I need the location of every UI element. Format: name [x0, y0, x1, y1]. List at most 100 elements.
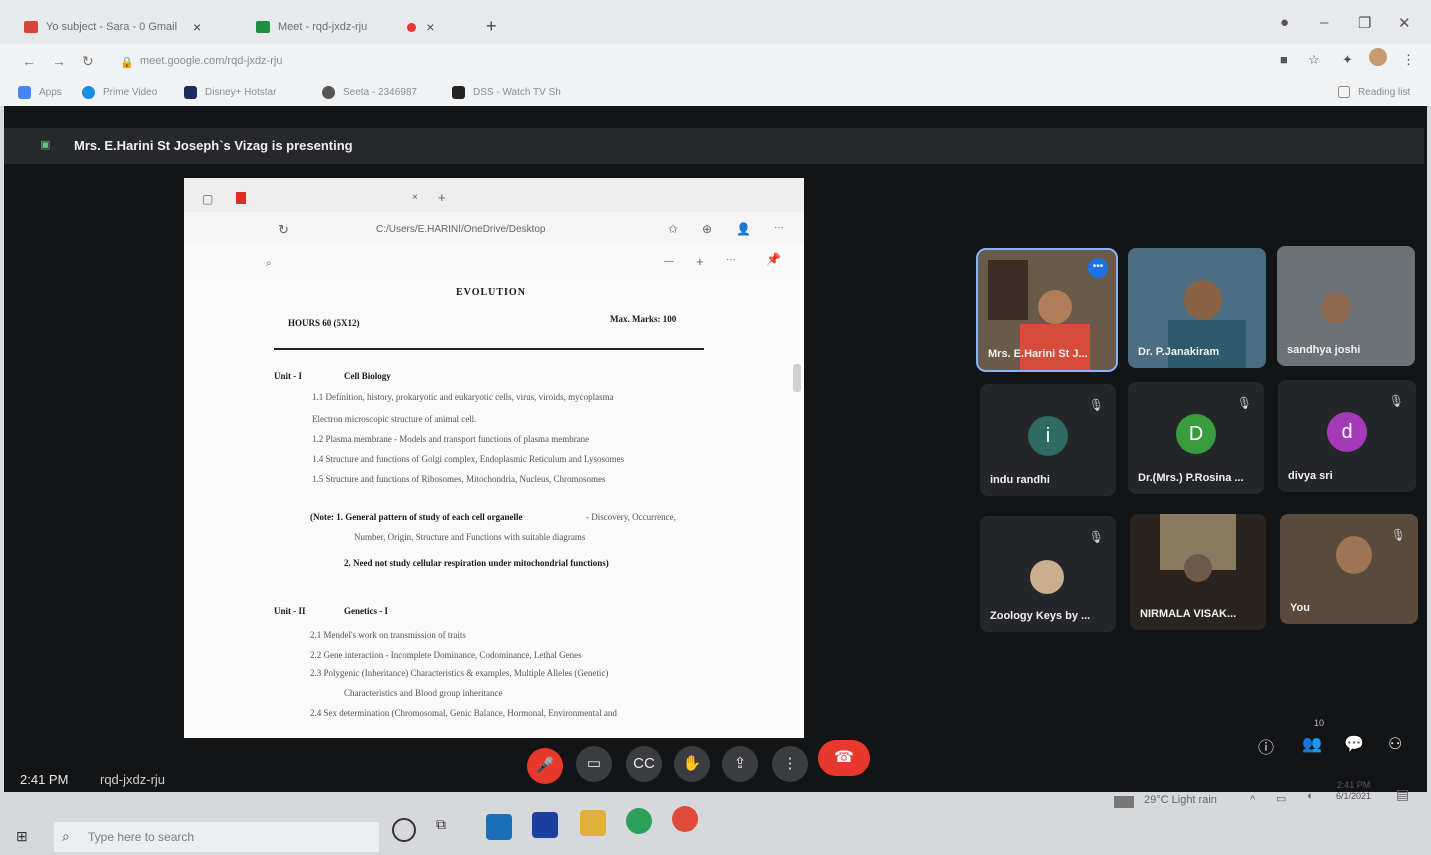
- captions-button[interactable]: CC: [626, 746, 662, 782]
- shared-tab-strip: [184, 178, 804, 212]
- windows-start-icon[interactable]: ⊞: [16, 828, 32, 844]
- bookmark-apps[interactable]: Apps: [18, 86, 62, 99]
- mic-off-icon: 🎙: [1388, 394, 1404, 408]
- tab-label: Meet - rqd-jxdz-rju: [278, 21, 368, 33]
- close-window-button[interactable]: ✕: [1398, 14, 1411, 32]
- activities-icon[interactable]: ⚇: [1388, 734, 1402, 754]
- prime-video-icon: [82, 86, 95, 99]
- weather-text[interactable]: 29°C Light rain: [1144, 794, 1217, 806]
- unit2-line: 2.1 Mendel's work on transmission of tra…: [310, 630, 466, 640]
- unit1-line: 1.4 Structure and functions of Golgi com…: [312, 454, 624, 464]
- hotstar-icon: [184, 86, 197, 99]
- close-icon[interactable]: ×: [193, 19, 201, 35]
- participant-tile[interactable]: 🎙 i indu randhi: [980, 384, 1116, 496]
- globe-icon: [322, 86, 335, 99]
- menu-icon[interactable]: ⋮: [1402, 52, 1415, 68]
- participant-face: [1038, 290, 1072, 324]
- participant-name: sandhya joshi: [1287, 344, 1361, 356]
- camera-toggle-button[interactable]: ▭: [576, 746, 612, 782]
- weather-icon: [1114, 796, 1134, 808]
- bookmark-dss[interactable]: DSS - Watch TV Sh: [452, 86, 561, 99]
- url-field[interactable]: meet.google.com/rqd-jxdz-rju: [140, 55, 282, 67]
- participants-count: 10: [1314, 718, 1325, 728]
- participant-tile[interactable]: 🎙 You: [1280, 514, 1418, 624]
- clock-date: 6/1/2021: [1336, 791, 1372, 801]
- participant-tile[interactable]: ••• Mrs. E.Harini St J...: [976, 248, 1118, 372]
- chat-icon[interactable]: 💬: [1344, 734, 1364, 754]
- avatar: [1030, 560, 1064, 594]
- tab-meet[interactable]: Meet - rqd-jxdz-rju ×: [256, 12, 434, 42]
- taskbar-clock[interactable]: 2:41 PM 6/1/2021: [1336, 780, 1371, 802]
- bookmark-prime-video[interactable]: Prime Video: [82, 86, 157, 99]
- participant-tile[interactable]: 🎙 d divya sri: [1278, 380, 1416, 492]
- more-options-icon[interactable]: •••: [1088, 258, 1108, 278]
- back-icon[interactable]: ←: [22, 53, 36, 69]
- volume-icon[interactable]: ◖: [1306, 790, 1313, 802]
- task-view-icon[interactable]: ⧉: [436, 816, 462, 842]
- unit1-line: 1.1 Definition, history, prokaryotic and…: [312, 392, 614, 402]
- participant-name: indu randhi: [990, 474, 1050, 486]
- participant-tile[interactable]: sandhya joshi: [1277, 246, 1415, 366]
- tab-label: Yo subject - Sara - 0 Gmail: [46, 21, 178, 33]
- more-options-button[interactable]: ⋮: [772, 746, 808, 782]
- avatar: d: [1327, 412, 1367, 452]
- notification-icon[interactable]: ▤: [1396, 786, 1409, 803]
- mic-off-icon: 🎙: [1390, 528, 1406, 542]
- unit2-line: 2.2 Gene interaction - Incomplete Domina…: [310, 650, 582, 660]
- forward-icon[interactable]: →: [52, 53, 66, 69]
- avatar: i: [1028, 416, 1068, 456]
- participant-name: divya sri: [1288, 470, 1333, 482]
- cortana-icon[interactable]: [392, 818, 416, 842]
- record-icon[interactable]: ●: [1280, 14, 1289, 31]
- raise-hand-button[interactable]: ✋: [674, 746, 710, 782]
- maximize-button[interactable]: ❐: [1358, 14, 1371, 32]
- browser-tab-strip: [0, 0, 1431, 44]
- present-button[interactable]: ⇪: [722, 746, 758, 782]
- end-call-button[interactable]: ☎: [818, 740, 870, 776]
- meet-icon: [256, 21, 270, 33]
- reading-list[interactable]: Reading list: [1338, 86, 1410, 98]
- bookmark-hotstar[interactable]: Disney+ Hotstar: [184, 86, 276, 99]
- participant-tile[interactable]: 🎙 D Dr.(Mrs.) P.Rosina ...: [1128, 382, 1264, 494]
- star-icon[interactable]: ☆: [1308, 52, 1320, 68]
- store-app-icon[interactable]: [532, 812, 558, 838]
- battery-icon[interactable]: ▭: [1276, 792, 1286, 805]
- participant-name: Dr. P.Janakiram: [1138, 346, 1220, 358]
- chrome-icon[interactable]: [672, 806, 698, 832]
- tab-gmail[interactable]: Yo subject - Sara - 0 Gmail ×: [24, 12, 201, 42]
- favorite-icon: ✩: [668, 222, 679, 236]
- participant-tile[interactable]: Dr. P.Janakiram: [1128, 248, 1266, 368]
- participant-tile[interactable]: 🎙 Zoology Keys by ...: [980, 516, 1116, 632]
- reload-icon: ↻: [278, 222, 289, 237]
- profile-avatar[interactable]: [1369, 48, 1387, 66]
- participant-tile[interactable]: NIRMALA VISAK...: [1130, 514, 1266, 630]
- mail-app-icon[interactable]: [486, 814, 512, 840]
- bookmark-label: Seeta - 2346987: [343, 87, 417, 98]
- new-tab-button[interactable]: +: [486, 16, 497, 37]
- camera-icon[interactable]: ■: [1280, 52, 1288, 67]
- new-tab-icon: +: [438, 190, 446, 205]
- chevron-up-icon[interactable]: ^: [1250, 794, 1255, 806]
- info-icon[interactable]: ⓘ: [1258, 734, 1274, 758]
- participant-name: Mrs. E.Harini St J...: [988, 348, 1088, 360]
- extensions-icon[interactable]: ✦: [1342, 52, 1353, 68]
- minimize-button[interactable]: –: [1320, 14, 1328, 31]
- bookmark-seeta[interactable]: Seeta - 2346987: [322, 86, 417, 99]
- bookmark-label: DSS - Watch TV Sh: [473, 87, 561, 98]
- reload-icon[interactable]: ↻: [82, 53, 94, 70]
- participant-body: [1020, 324, 1090, 370]
- people-icon[interactable]: 👥: [1302, 734, 1322, 754]
- shared-screen: ▢ × + ↻ C:/Users/E.HARINI/OneDrive/Deskt…: [184, 178, 804, 738]
- mic-toggle-button[interactable]: 🎤: [527, 748, 563, 784]
- file-explorer-icon[interactable]: [580, 810, 606, 836]
- mic-off-icon: 🎙: [1236, 396, 1252, 410]
- pdf-toolbar: [184, 244, 804, 278]
- collections-icon: ⊕: [702, 222, 713, 236]
- doc-title: EVOLUTION: [456, 287, 526, 298]
- unit2-line: 2.4 Sex determination (Chromosomal, Geni…: [310, 708, 617, 718]
- search-input[interactable]: Type here to search: [88, 830, 194, 844]
- close-icon[interactable]: ×: [426, 19, 434, 35]
- zoom-out-icon: —: [664, 256, 674, 267]
- edge-icon[interactable]: [626, 808, 652, 834]
- participant-name: NIRMALA VISAK...: [1140, 608, 1237, 620]
